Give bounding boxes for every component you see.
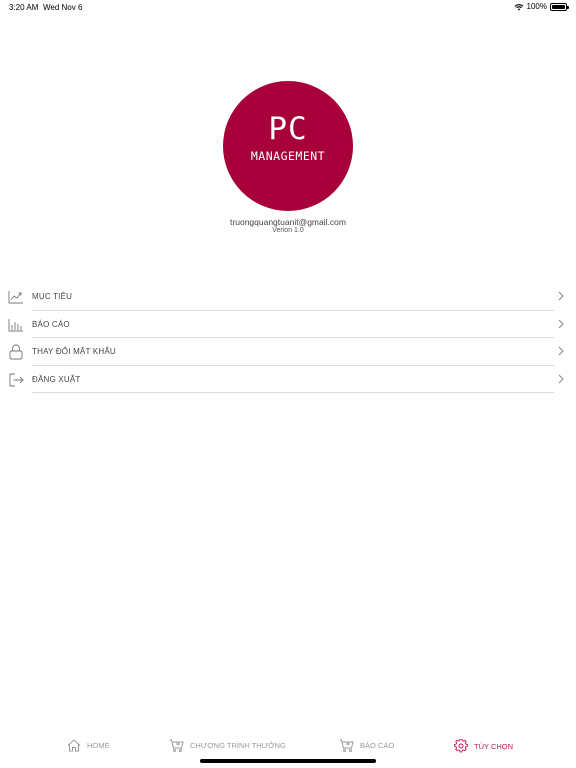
menu-item-label: BÁO CÁO xyxy=(32,319,70,329)
battery-icon xyxy=(550,2,569,11)
settings-menu: MỤC TIÊU BÁO CÁO THAY ĐỔI MẬT KHẨU ĐĂNG … xyxy=(0,283,576,393)
wifi-icon xyxy=(514,3,523,10)
tab-bar: HOME CHƯƠNG TRÌNH THƯỞNG BÁO CÁO TÙY CHỌ… xyxy=(0,732,576,760)
chevron-right-icon xyxy=(558,374,564,383)
tab-rewards[interactable]: CHƯƠNG TRÌNH THƯỞNG xyxy=(169,739,286,752)
menu-divider xyxy=(32,392,554,393)
logo-sub-text: MANAGEMENT xyxy=(250,149,326,163)
menu-item-change-password[interactable]: THAY ĐỔI MẬT KHẨU xyxy=(0,338,576,366)
logo-main-text: PC xyxy=(268,111,308,147)
tab-home[interactable]: HOME xyxy=(67,739,110,752)
menu-item-logout[interactable]: ĐĂNG XUẤT xyxy=(0,366,576,393)
tab-label: TÙY CHỌN xyxy=(474,741,514,751)
tab-label: HOME xyxy=(87,741,110,750)
tab-label: CHƯƠNG TRÌNH THƯỞNG xyxy=(190,741,286,750)
status-indicators: 100% xyxy=(514,2,569,11)
battery-percent: 100% xyxy=(526,2,547,11)
chevron-right-icon xyxy=(558,346,564,356)
chevron-right-icon xyxy=(558,291,564,301)
menu-item-label: ĐĂNG XUẤT xyxy=(32,374,81,384)
trend-chart-icon xyxy=(8,291,23,304)
gear-icon xyxy=(454,739,468,753)
menu-item-targets[interactable]: MỤC TIÊU xyxy=(0,283,576,311)
user-email: truongquangtuanit@gmail.com xyxy=(230,217,346,227)
app-logo: PC MANAGEMENT xyxy=(223,81,353,211)
menu-item-label: MỤC TIÊU xyxy=(32,292,73,301)
chevron-right-icon xyxy=(558,319,564,328)
home-indicator xyxy=(200,759,376,763)
tab-label: BÁO CÁO xyxy=(360,741,395,750)
cart-icon xyxy=(169,739,184,752)
status-bar: 3:20 AM Wed Nov 6 100% xyxy=(0,0,576,14)
menu-item-label: THAY ĐỔI MẬT KHẨU xyxy=(32,347,116,356)
bar-chart-icon xyxy=(8,318,23,331)
home-icon xyxy=(67,739,81,752)
tab-reports[interactable]: BÁO CÁO xyxy=(339,739,394,752)
menu-item-reports[interactable]: BÁO CÁO xyxy=(0,311,576,338)
lock-icon xyxy=(9,344,23,360)
tab-options[interactable]: TÙY CHỌN xyxy=(454,739,513,753)
status-date: Wed Nov 6 xyxy=(43,3,83,12)
status-time: 3:20 AM xyxy=(9,3,39,12)
app-version: Verion 1.0 xyxy=(272,227,304,234)
cart-icon xyxy=(339,739,354,752)
logout-icon xyxy=(9,373,24,386)
